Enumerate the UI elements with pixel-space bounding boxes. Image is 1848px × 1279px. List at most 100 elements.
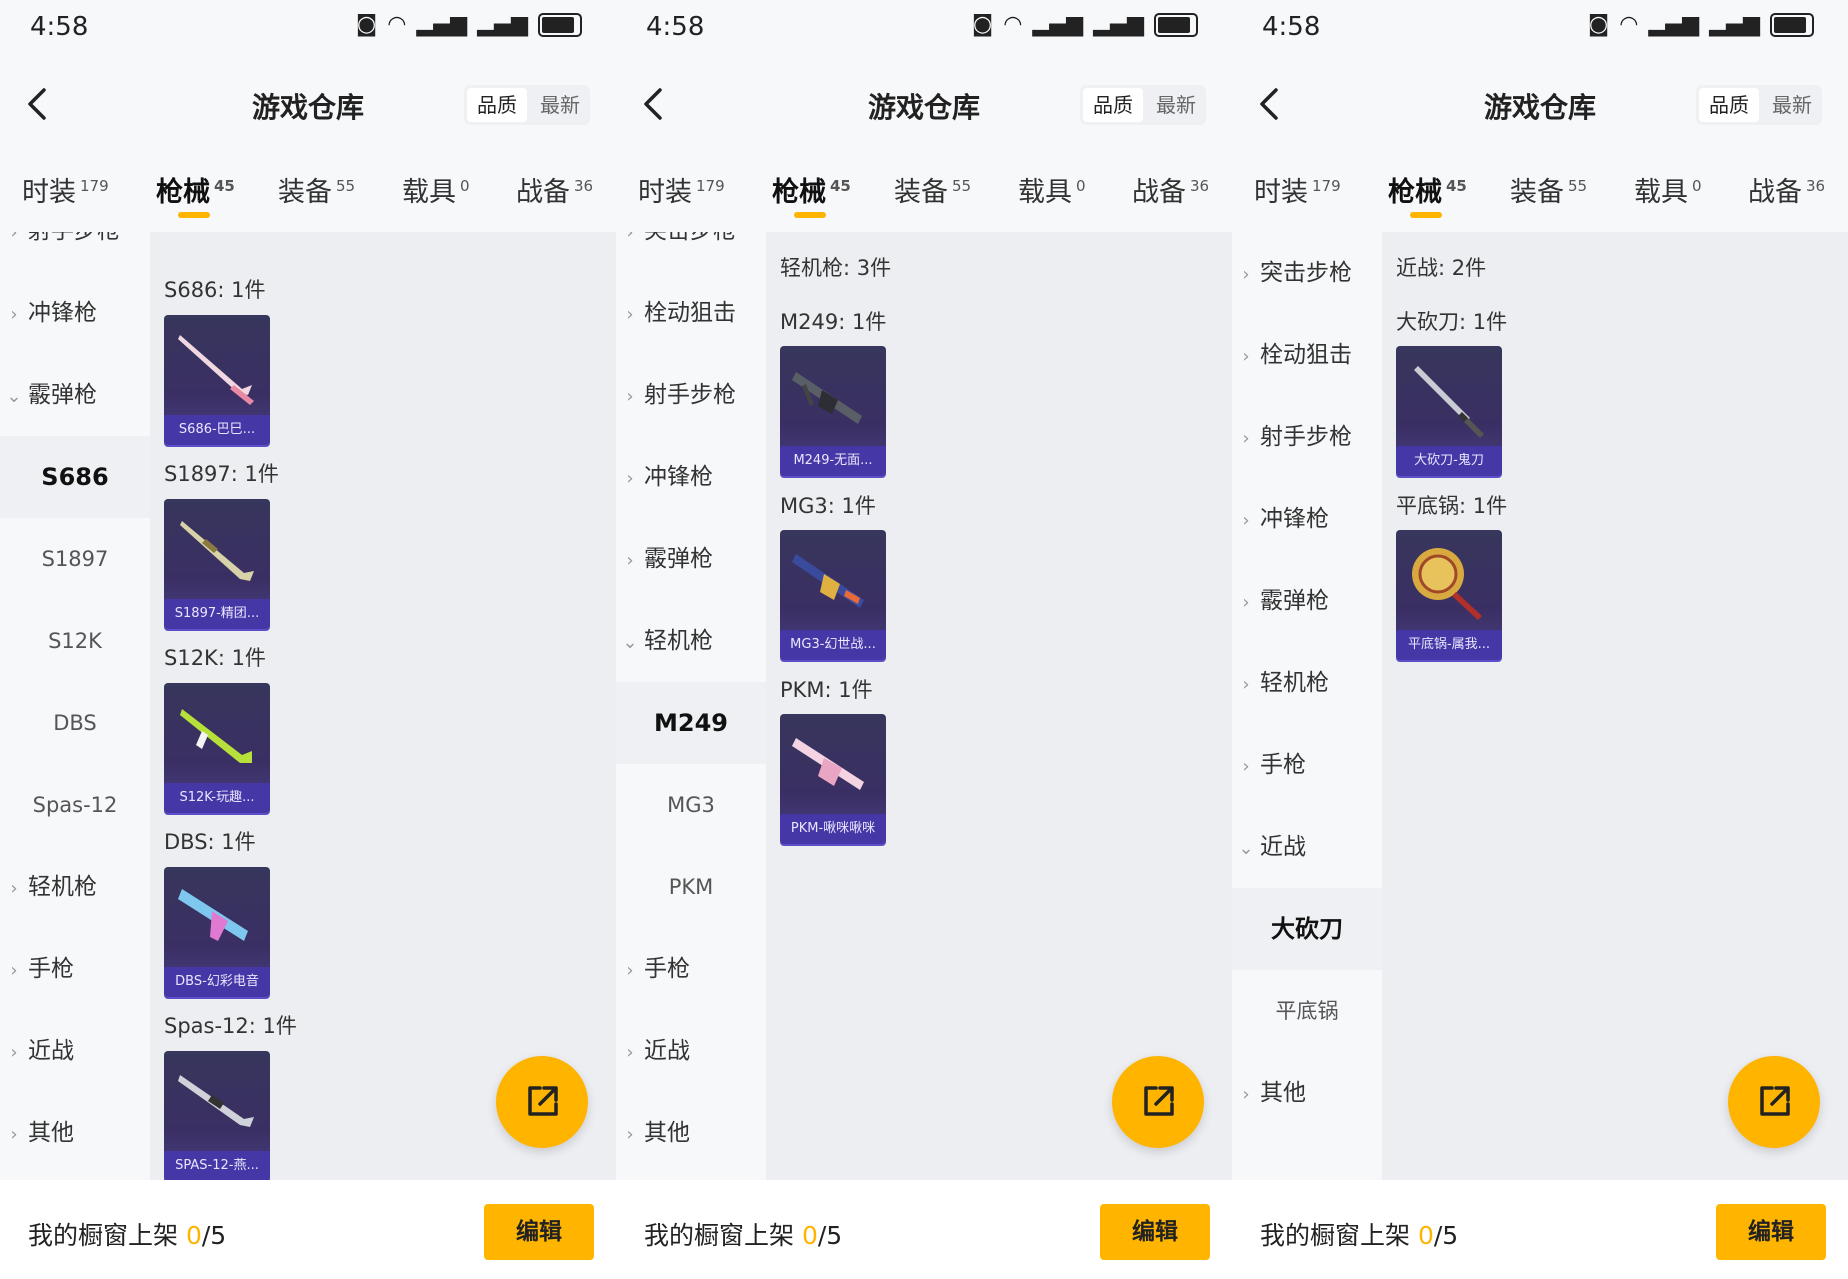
item-card[interactable]: S686-巴巳...: [164, 315, 270, 445]
sidebar-item[interactable]: › 霰弹枪: [616, 518, 766, 600]
sidebar-subitem[interactable]: Spas-12: [0, 764, 150, 846]
sidebar-item[interactable]: › 其他: [1232, 1052, 1382, 1134]
sort-quality-button[interactable]: 品质: [1699, 88, 1759, 122]
sidebar-item[interactable]: › 手枪: [1232, 724, 1382, 806]
item-card[interactable]: DBS-幻彩电音: [164, 867, 270, 997]
section-title: 近战: 2件: [1396, 256, 1487, 280]
sidebar-item[interactable]: › 冲锋枪: [1232, 478, 1382, 560]
sidebar-item[interactable]: ›突击步枪: [616, 232, 766, 272]
sidebar-item[interactable]: › 冲锋枪: [616, 436, 766, 518]
sidebar-item[interactable]: › 冲锋枪: [0, 272, 150, 354]
tab-equipment[interactable]: 装备 55: [894, 170, 971, 209]
header: 游戏仓库 品质 最新: [1232, 70, 1848, 140]
showcase-status: 我的橱窗上架 0/5: [28, 1221, 227, 1250]
share-button[interactable]: [496, 1056, 588, 1148]
shotgun-green-icon: [180, 709, 252, 763]
tab-supplies[interactable]: 战备 36: [1132, 170, 1209, 209]
item-card[interactable]: S12K-玩趣...: [164, 683, 270, 813]
tab-vehicles[interactable]: 载具 0: [402, 170, 470, 209]
edit-button[interactable]: 编辑: [1100, 1204, 1210, 1260]
sidebar-item[interactable]: › 近战: [0, 1010, 150, 1092]
item-name: MG3-幻世战...: [780, 630, 886, 660]
tab-supplies[interactable]: 战备 36: [516, 170, 593, 209]
item-card[interactable]: PKM-啾咪啾咪: [780, 714, 886, 844]
sidebar-item[interactable]: › 轻机枪: [1232, 642, 1382, 724]
sidebar-subitem[interactable]: PKM: [616, 846, 766, 928]
sidebar-item-expanded[interactable]: ⌄ 轻机枪: [616, 600, 766, 682]
tab-firearms[interactable]: 枪械 45: [772, 170, 851, 209]
item-name: 大砍刀-鬼刀: [1396, 446, 1502, 476]
tab-vehicles[interactable]: 载具 0: [1634, 170, 1702, 209]
sidebar-item[interactable]: › 手枪: [616, 928, 766, 1010]
sort-latest-button[interactable]: 最新: [530, 85, 590, 125]
item-card[interactable]: MG3-幻世战...: [780, 530, 886, 660]
tab-fashion[interactable]: 时装 179: [22, 170, 109, 209]
tab-firearms[interactable]: 枪械 45: [156, 170, 235, 209]
sidebar-item[interactable]: ›突击步枪: [1232, 232, 1382, 314]
tab-firearms[interactable]: 枪械 45: [1388, 170, 1467, 209]
sort-toggle[interactable]: 品质 最新: [1696, 85, 1822, 125]
share-button[interactable]: [1112, 1056, 1204, 1148]
sidebar-subitem[interactable]: S1897: [0, 518, 150, 600]
item-group-title: MG3: 1件: [780, 494, 876, 518]
edit-button[interactable]: 编辑: [1716, 1204, 1826, 1260]
back-arrow-icon[interactable]: [1250, 84, 1290, 124]
item-card[interactable]: M249-无面...: [780, 346, 886, 476]
back-arrow-icon[interactable]: [18, 84, 58, 124]
item-card[interactable]: S1897-精团...: [164, 499, 270, 629]
back-arrow-icon[interactable]: [634, 84, 674, 124]
sort-toggle[interactable]: 品质 最新: [464, 85, 590, 125]
sidebar-item[interactable]: ›射手步枪: [616, 354, 766, 436]
signal-icon: ▂▄▆: [1032, 12, 1084, 37]
sidebar-item-expanded[interactable]: ⌄ 霰弹枪: [0, 354, 150, 436]
sidebar-item[interactable]: ›射手步枪: [1232, 396, 1382, 478]
sidebar-subitem[interactable]: DBS: [0, 682, 150, 764]
sidebar-item[interactable]: › 近战: [616, 1010, 766, 1092]
lmg-dark-icon: [792, 372, 862, 424]
category-tabs: 时装 179 枪械 45 装备 55 载具 0 战备 36: [616, 160, 1232, 232]
tab-supplies[interactable]: 战备 36: [1748, 170, 1825, 209]
showcase-status: 我的橱窗上架 0/5: [1260, 1221, 1459, 1250]
sidebar-item[interactable]: › 其他: [0, 1092, 150, 1174]
sidebar-subitem-selected[interactable]: M249: [616, 682, 766, 764]
sidebar-subitem[interactable]: S12K: [0, 600, 150, 682]
sidebar-subitem-selected[interactable]: 大砍刀: [1232, 888, 1382, 970]
item-name: S1897-精团...: [164, 599, 270, 629]
machete-icon: [1414, 366, 1484, 438]
item-card[interactable]: SPAS-12-燕...: [164, 1051, 270, 1180]
edit-button[interactable]: 编辑: [484, 1204, 594, 1260]
sidebar-item[interactable]: › 栓动狙击: [1232, 314, 1382, 396]
tab-equipment[interactable]: 装备 55: [1510, 170, 1587, 209]
tab-active-indicator: [178, 212, 210, 218]
signal-icon-2: ▂▄▆: [477, 12, 528, 37]
sidebar-subitem[interactable]: MG3: [616, 764, 766, 846]
sidebar-item[interactable]: ›射手步枪: [0, 232, 150, 272]
item-card[interactable]: 大砍刀-鬼刀: [1396, 346, 1502, 476]
sort-latest-button[interactable]: 最新: [1146, 85, 1206, 125]
sidebar-item[interactable]: › 手枪: [0, 928, 150, 1010]
tab-vehicles[interactable]: 载具 0: [1018, 170, 1086, 209]
sidebar-item[interactable]: › 栓动狙击: [616, 272, 766, 354]
sidebar-item[interactable]: › 霰弹枪: [1232, 560, 1382, 642]
sidebar-subitem[interactable]: 平底锅: [1232, 970, 1382, 1052]
share-button[interactable]: [1728, 1056, 1820, 1148]
item-card[interactable]: 平底锅-属我...: [1396, 530, 1502, 660]
weapon-category-sidebar: › 突击步枪 › 栓动狙击 › 射手步枪 › 冲锋枪 › 霰弹枪 › 轻机枪 › 手枪 ⌄ 近战…: [1232, 232, 1382, 1180]
tab-fashion[interactable]: 时装 179: [1254, 170, 1341, 209]
sidebar-item[interactable]: › 轻机枪: [0, 846, 150, 928]
showcase-footer: 我的橱窗上架 0/5 编辑: [1232, 1180, 1848, 1279]
sidebar-item-expanded[interactable]: ⌄ 近战: [1232, 806, 1382, 888]
nfc-icon: ◙: [971, 12, 994, 37]
sidebar-subitem-selected[interactable]: S686: [0, 436, 150, 518]
sort-toggle[interactable]: 品质 最新: [1080, 85, 1206, 125]
tab-equipment[interactable]: 装备 55: [278, 170, 355, 209]
sort-quality-button[interactable]: 品质: [1083, 88, 1143, 122]
status-icons: ◙ ◠ ▂▄▆ ▂▄▆: [1588, 12, 1814, 37]
share-icon: [1144, 1086, 1174, 1116]
sort-latest-button[interactable]: 最新: [1762, 85, 1822, 125]
item-group-title: 大砍刀: 1件: [1396, 310, 1508, 334]
shotgun-grey-icon: [178, 1075, 254, 1127]
sidebar-item[interactable]: › 其他: [616, 1092, 766, 1174]
tab-fashion[interactable]: 时装 179: [638, 170, 725, 209]
sort-quality-button[interactable]: 品质: [467, 88, 527, 122]
